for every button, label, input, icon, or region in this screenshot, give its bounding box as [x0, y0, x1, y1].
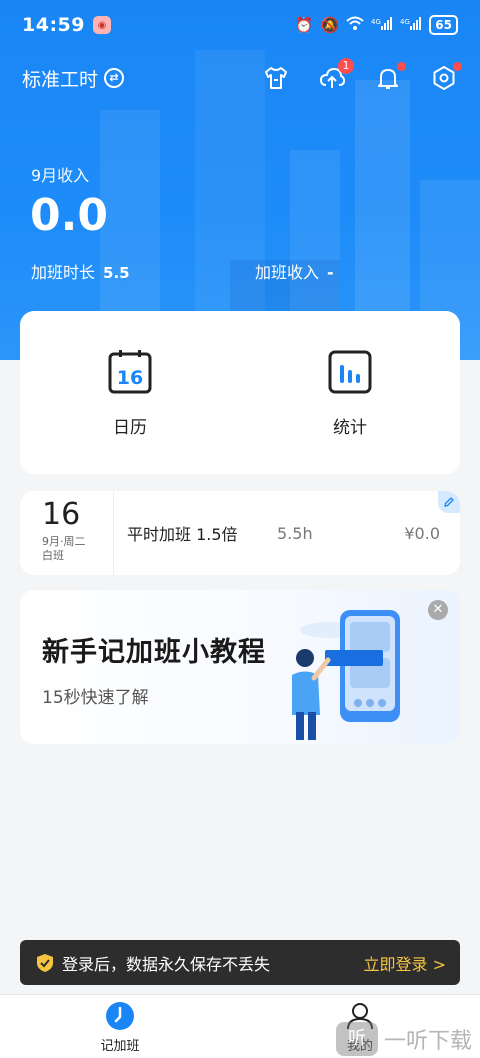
- status-bar: 14:59 ◉ ⏰ 🔕 4G 4G 65: [0, 0, 480, 50]
- work-mode-label[interactable]: 标准工时: [22, 65, 98, 92]
- login-now-link[interactable]: 立即登录 >: [364, 951, 447, 975]
- overtime-income-value: -: [327, 263, 334, 282]
- record-hours: 5.5h: [277, 523, 313, 543]
- cloud-upload-icon[interactable]: 1: [318, 58, 354, 92]
- record-day: 16: [42, 497, 81, 532]
- mute-icon: 🔕: [320, 16, 340, 34]
- upload-badge: 1: [338, 58, 354, 74]
- svg-text:4G: 4G: [400, 18, 410, 26]
- overtime-income-label: 加班收入: [255, 263, 320, 282]
- monthly-income-value: 0.0: [30, 190, 108, 241]
- notification-app-icon: ◉: [92, 16, 111, 34]
- settings-dot: [453, 62, 462, 71]
- notification-dot: [397, 62, 406, 71]
- tutorial-illustration: [292, 610, 400, 740]
- record-shift: 白班: [42, 549, 64, 562]
- watermark-logo: 听 一听下载: [335, 1022, 472, 1056]
- record-date: 16 9月·周二 白班: [20, 491, 114, 575]
- tshirt-icon[interactable]: [262, 64, 290, 92]
- overtime-record[interactable]: 16 9月·周二 白班 平时加班 1.5倍 5.5h ¥0.0: [20, 491, 460, 575]
- record-amount: ¥0.0: [404, 523, 440, 543]
- status-indicators: ⏰ 🔕 4G 4G 65: [295, 15, 458, 35]
- tutorial-title: 新手记加班小教程: [42, 637, 266, 668]
- shield-icon: [37, 953, 53, 972]
- record-weekday: 9月·周二: [42, 535, 86, 548]
- tutorial-banner[interactable]: 新手记加班小教程 15秒快速了解 ✕: [20, 590, 460, 744]
- record-type: 平时加班 1.5倍: [127, 525, 238, 544]
- quick-nav-card: 16 日历 统计: [20, 311, 460, 474]
- svg-text:4G: 4G: [371, 18, 381, 26]
- overtime-hours-value: 5.5: [103, 264, 130, 282]
- tab-label: 记加班: [100, 1039, 140, 1054]
- overtime-income: 加班收入 -: [255, 259, 334, 283]
- svg-text:16: 16: [117, 367, 143, 389]
- calendar-label: 日历: [113, 418, 147, 438]
- status-time: 14:59: [22, 14, 85, 36]
- tab-record-overtime[interactable]: 记加班: [0, 995, 240, 1058]
- battery-indicator: 65: [429, 15, 458, 35]
- wifi-icon: [346, 16, 364, 34]
- overtime-hours: 加班时长 5.5: [31, 259, 130, 283]
- bar-chart-icon: [328, 350, 372, 394]
- login-banner[interactable]: 登录后，数据永久保存不丢失 立即登录 >: [20, 940, 460, 985]
- tutorial-subtitle: 15秒快速了解: [42, 688, 149, 708]
- calendar-icon: 16: [108, 350, 152, 394]
- alarm-icon: ⏰: [294, 16, 314, 34]
- switch-mode-icon[interactable]: ⇄: [104, 68, 125, 88]
- top-actions: 1: [262, 58, 462, 92]
- watermark-logo-box: 听: [335, 1022, 378, 1056]
- bell-icon[interactable]: [374, 62, 406, 92]
- signal-icon: 4G: [400, 16, 422, 34]
- clock-icon: [106, 1002, 134, 1030]
- monthly-income-label: 9月收入: [31, 166, 90, 185]
- close-icon[interactable]: ✕: [428, 600, 448, 620]
- edit-icon[interactable]: [438, 491, 460, 513]
- watermark-logo-text: 一听下载: [383, 1029, 472, 1054]
- statistics-label: 统计: [333, 418, 367, 438]
- statistics-button[interactable]: 统计: [240, 311, 460, 474]
- settings-icon[interactable]: [430, 62, 462, 92]
- overtime-hours-label: 加班时长: [31, 263, 96, 282]
- signal-icon: 4G: [371, 16, 393, 34]
- top-bar: 标准工时 ⇄ 1: [0, 55, 480, 101]
- calendar-button[interactable]: 16 日历: [20, 311, 240, 474]
- login-message: 登录后，数据永久保存不丢失: [62, 954, 271, 974]
